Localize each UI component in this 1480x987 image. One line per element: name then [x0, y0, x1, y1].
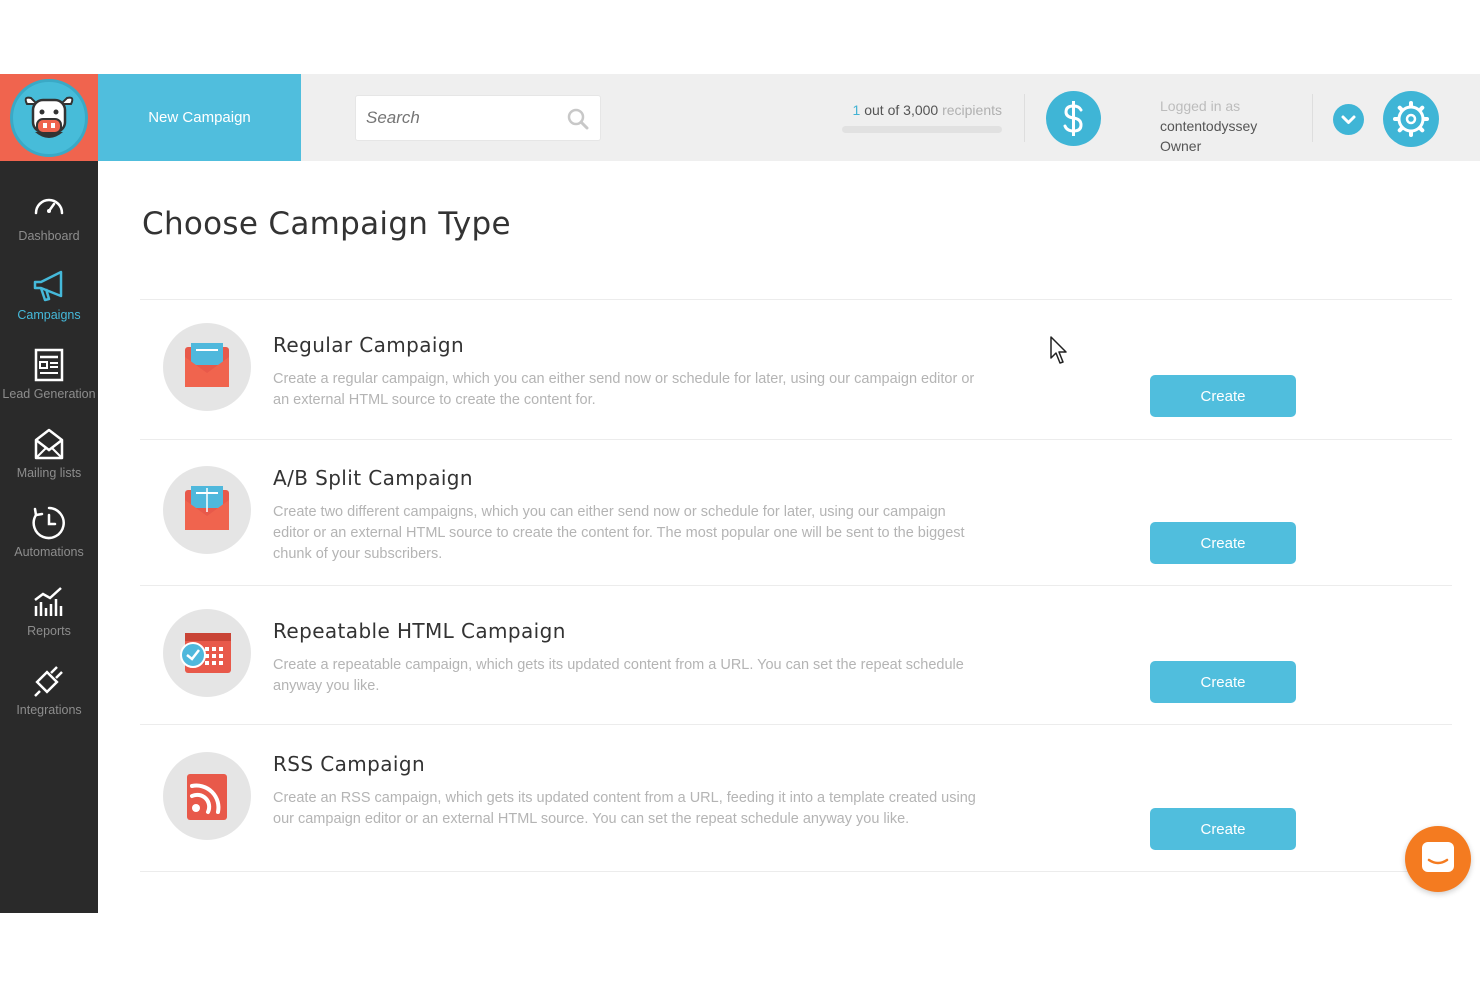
sidebar-item-label: Integrations: [16, 703, 82, 717]
recipient-total: out of 3,000: [864, 102, 939, 118]
search-icon[interactable]: [566, 107, 590, 131]
username: contentodyssey: [1160, 118, 1258, 134]
divider: [1024, 94, 1025, 142]
divider: [140, 724, 1452, 725]
sidebar-item-campaigns[interactable]: Campaigns: [0, 260, 98, 338]
campaign-title: A/B Split Campaign: [273, 466, 473, 490]
rss-icon: [163, 752, 251, 840]
sidebar-item-label: Reports: [27, 624, 71, 638]
cow-logo-icon: [10, 79, 88, 157]
sidebar-item-reports[interactable]: Reports: [0, 576, 98, 654]
divider: [140, 439, 1452, 440]
logo-area[interactable]: [0, 74, 98, 161]
divider: [1312, 94, 1313, 142]
user-role: Owner: [1160, 138, 1202, 154]
create-rss-campaign-button[interactable]: Create: [1150, 808, 1296, 850]
sidebar-item-label: Campaigns: [17, 308, 81, 322]
sidebar-item-lead-generation[interactable]: Lead Generation: [0, 339, 98, 417]
recipient-count: 1 out of 3,000 recipients: [842, 102, 1002, 118]
sidebar-item-integrations[interactable]: Integrations: [0, 655, 98, 733]
envelope-icon: [163, 323, 251, 411]
gear-icon: [1393, 101, 1429, 137]
billing-button[interactable]: [1046, 91, 1101, 146]
megaphone-icon: [33, 270, 63, 302]
create-ab-split-campaign-button[interactable]: Create: [1150, 522, 1296, 564]
clock-icon: [32, 506, 65, 540]
chart-icon: [34, 587, 63, 616]
settings-button[interactable]: [1383, 91, 1439, 147]
search-box: [355, 95, 601, 141]
form-icon: [34, 348, 64, 382]
campaign-title: Regular Campaign: [273, 333, 465, 357]
sidebar: Dashboard Campaigns Lead Generation Mail…: [0, 161, 98, 913]
sidebar-item-automations[interactable]: Automations: [0, 497, 98, 575]
user-menu-button[interactable]: [1333, 104, 1364, 135]
speedometer-icon: [34, 198, 64, 215]
create-regular-campaign-button[interactable]: Create: [1150, 375, 1296, 417]
sidebar-item-mailing-lists[interactable]: Mailing lists: [0, 418, 98, 496]
split-envelope-icon: [163, 466, 251, 554]
calendar-icon: [163, 609, 251, 697]
sidebar-item-label: Lead Generation: [2, 387, 96, 401]
chevron-down-icon: [1341, 115, 1356, 124]
new-campaign-button[interactable]: New Campaign: [98, 74, 301, 161]
mouse-cursor-icon: [1050, 336, 1067, 364]
campaign-description: Create an RSS campaign, which gets its u…: [273, 790, 976, 827]
logged-in-label: Logged in as: [1160, 98, 1241, 114]
create-repeatable-html-campaign-button[interactable]: Create: [1150, 661, 1296, 703]
chat-launcher-button[interactable]: [1405, 826, 1471, 892]
top-bar: New Campaign 1 out of 3,000 recipients L…: [0, 74, 1480, 161]
campaign-title: Repeatable HTML Campaign: [273, 619, 566, 643]
page-title: Choose Campaign Type: [142, 206, 511, 242]
sidebar-item-label: Automations: [14, 545, 84, 559]
dollar-icon: [1063, 101, 1083, 136]
divider: [140, 585, 1452, 586]
search-input[interactable]: [366, 104, 556, 132]
envelope-icon: [34, 428, 64, 460]
app-window: New Campaign 1 out of 3,000 recipients L…: [0, 74, 1480, 913]
campaign-description: Create two different campaigns, which yo…: [273, 504, 965, 562]
campaign-title: RSS Campaign: [273, 752, 426, 776]
recipient-unit: recipients: [942, 102, 1002, 118]
campaign-description: Create a regular campaign, which you can…: [273, 371, 975, 408]
sidebar-item-dashboard[interactable]: Dashboard: [0, 181, 98, 259]
campaign-description: Create a repeatable campaign, which gets…: [273, 657, 964, 694]
sidebar-item-label: Dashboard: [18, 229, 80, 243]
chat-icon: [1422, 842, 1454, 872]
sidebar-item-label: Mailing lists: [16, 466, 82, 480]
divider: [140, 299, 1452, 300]
recipient-used: 1: [852, 102, 861, 118]
divider: [140, 871, 1452, 872]
user-info: Logged in as contentodyssey Owner: [1160, 96, 1257, 156]
plug-icon: [34, 666, 63, 697]
recipient-progress-bar: [842, 126, 1002, 133]
